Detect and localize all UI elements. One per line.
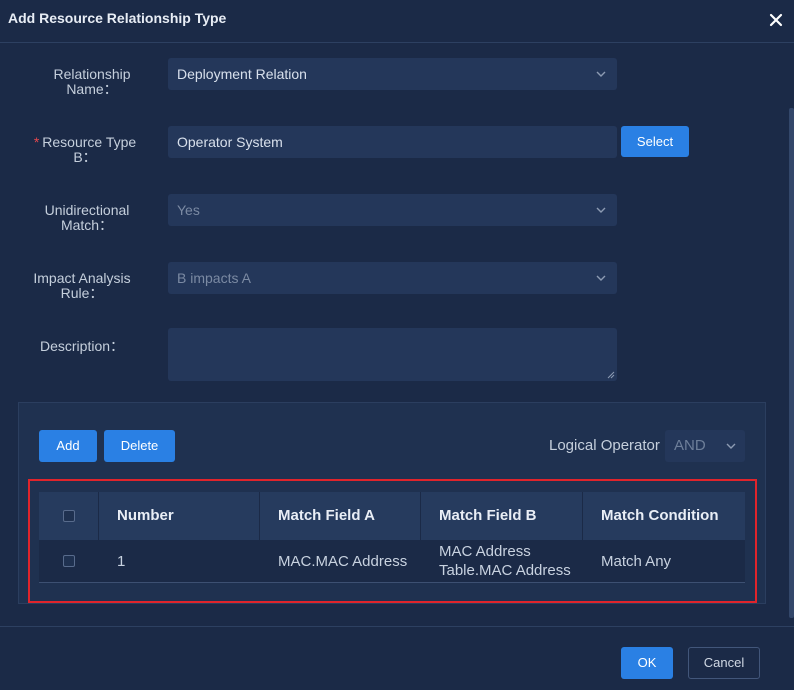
cancel-button[interactable]: Cancel [688, 647, 760, 679]
chevron-down-icon [596, 207, 606, 213]
logical-operator-value: AND [674, 437, 706, 454]
resource-type-b-value: Operator System [177, 134, 283, 150]
resource-type-b-label: * Resource Type B： [33, 134, 137, 165]
chevron-down-icon [726, 443, 736, 449]
scrollbar[interactable] [789, 108, 794, 618]
resize-grip-icon[interactable] [607, 371, 615, 379]
footer-divider [0, 626, 794, 627]
relationship-name-select[interactable]: Deployment Relation [168, 58, 617, 90]
relationship-name-value: Deployment Relation [177, 66, 307, 82]
unidirectional-match-select[interactable]: Yes [168, 194, 617, 226]
logical-operator-label: Logical Operator [549, 437, 660, 454]
chevron-down-icon [596, 275, 606, 281]
add-rule-button[interactable]: Add [39, 430, 97, 462]
description-label: Description： [39, 338, 125, 354]
close-icon[interactable] [768, 12, 784, 28]
chevron-down-icon [596, 71, 606, 77]
dialog-header: Add Resource Relationship Type [0, 0, 794, 43]
ok-button[interactable]: OK [621, 647, 673, 679]
impact-analysis-rule-label: Impact Analysis Rule： [33, 270, 131, 301]
select-resource-type-button[interactable]: Select [621, 126, 689, 157]
required-mark: * [33, 134, 40, 150]
resource-type-b-input[interactable]: Operator System [168, 126, 617, 158]
relationship-name-label: Relationship Name： [53, 66, 131, 97]
impact-analysis-rule-value: B impacts A [177, 270, 251, 286]
table-highlight-box [28, 479, 757, 603]
unidirectional-match-label: Unidirectional Match： [44, 202, 130, 233]
dialog-title: Add Resource Relationship Type [8, 10, 227, 26]
impact-analysis-rule-select[interactable]: B impacts A [168, 262, 617, 294]
delete-rule-button[interactable]: Delete [104, 430, 175, 462]
add-relationship-type-dialog: Add Resource Relationship Type Relations… [0, 0, 794, 690]
description-textarea[interactable] [168, 328, 617, 381]
logical-operator-select[interactable]: AND [665, 430, 745, 462]
unidirectional-match-value: Yes [177, 202, 200, 218]
